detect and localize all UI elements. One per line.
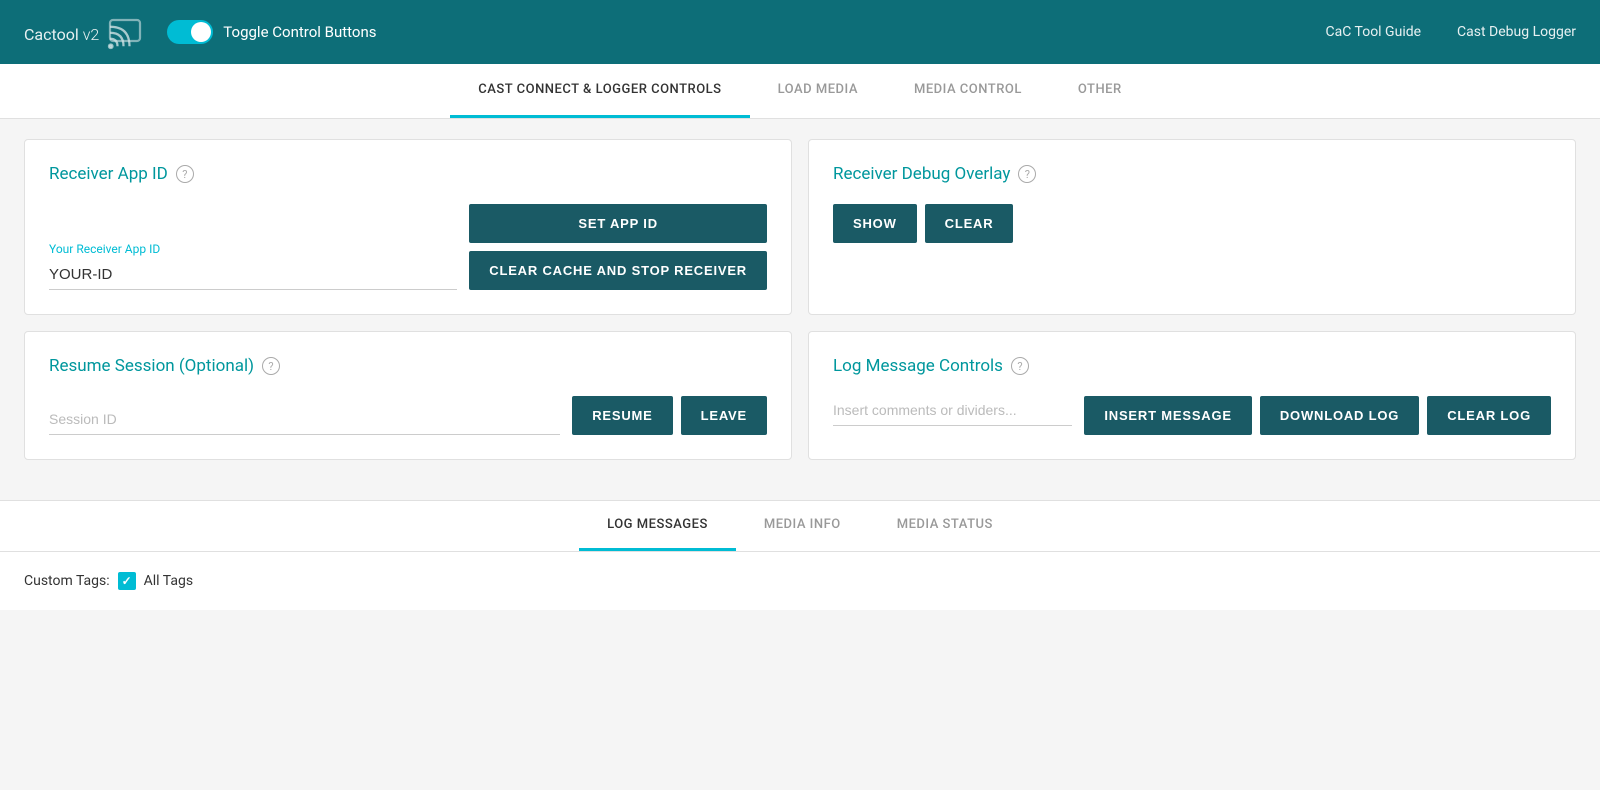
resume-session-buttons: RESUME LEAVE	[572, 396, 767, 435]
receiver-app-id-input-section: Your Receiver App ID	[49, 242, 457, 290]
receiver-app-id-input[interactable]	[49, 260, 457, 290]
clear-log-button[interactable]: CLEAR LOG	[1427, 396, 1551, 435]
receiver-app-id-input-label: Your Receiver App ID	[49, 242, 457, 256]
tab-media-control[interactable]: MEDIA CONTROL	[886, 64, 1050, 118]
receiver-app-id-body: Your Receiver App ID SET APP ID CLEAR CA…	[49, 204, 767, 290]
receiver-app-id-card: Receiver App ID ? Your Receiver App ID S…	[24, 139, 792, 315]
app-header: Cactoolv2 Toggle Control Buttons CaC Too…	[0, 0, 1600, 64]
set-app-id-button[interactable]: SET APP ID	[469, 204, 767, 243]
receiver-app-id-title: Receiver App ID ?	[49, 164, 767, 184]
receiver-debug-card: Receiver Debug Overlay ? SHOW CLEAR	[808, 139, 1576, 315]
cast-icon	[107, 14, 143, 50]
log-message-controls-card: Log Message Controls ? INSERT MESSAGE DO…	[808, 331, 1576, 460]
toggle-section: Toggle Control Buttons	[167, 20, 1325, 44]
log-message-controls-body: INSERT MESSAGE DOWNLOAD LOG CLEAR LOG	[833, 396, 1551, 435]
resume-session-help-icon[interactable]: ?	[262, 357, 280, 375]
receiver-debug-buttons: SHOW CLEAR	[833, 204, 1551, 243]
custom-tags-row: Custom Tags: All Tags	[24, 572, 1576, 590]
log-message-controls-title: Log Message Controls ?	[833, 356, 1551, 376]
log-message-input[interactable]	[833, 396, 1072, 426]
resume-session-body: RESUME LEAVE	[49, 396, 767, 435]
log-message-input-section	[833, 396, 1072, 426]
debug-clear-button[interactable]: CLEAR	[925, 204, 1014, 243]
log-section: Custom Tags: All Tags	[0, 552, 1600, 610]
session-id-input[interactable]	[49, 405, 560, 435]
bottom-tabs: LOG MESSAGES MEDIA INFO MEDIA STATUS	[0, 501, 1600, 552]
clear-cache-button[interactable]: CLEAR CACHE AND STOP RECEIVER	[469, 251, 767, 290]
tab-load-media[interactable]: LOAD MEDIA	[750, 64, 886, 118]
toggle-label: Toggle Control Buttons	[223, 23, 376, 41]
log-message-help-icon[interactable]: ?	[1011, 357, 1029, 375]
main-content: Receiver App ID ? Your Receiver App ID S…	[0, 119, 1600, 496]
all-tags-label: All Tags	[144, 573, 193, 589]
custom-tags-label: Custom Tags:	[24, 573, 110, 589]
leave-button[interactable]: LEAVE	[681, 396, 767, 435]
nav-link-guide[interactable]: CaC Tool Guide	[1326, 24, 1422, 40]
resume-session-card: Resume Session (Optional) ? RESUME LEAVE	[24, 331, 792, 460]
all-tags-checkbox[interactable]	[118, 572, 136, 590]
receiver-app-id-buttons: SET APP ID CLEAR CACHE AND STOP RECEIVER	[469, 204, 767, 290]
top-tabs: CAST CONNECT & LOGGER CONTROLS LOAD MEDI…	[0, 64, 1600, 119]
receiver-debug-title: Receiver Debug Overlay ?	[833, 164, 1551, 184]
download-log-button[interactable]: DOWNLOAD LOG	[1260, 396, 1419, 435]
receiver-app-id-help-icon[interactable]: ?	[176, 165, 194, 183]
bottom-tab-media-status[interactable]: MEDIA STATUS	[869, 501, 1021, 551]
debug-show-button[interactable]: SHOW	[833, 204, 917, 243]
header-nav: CaC Tool Guide Cast Debug Logger	[1326, 24, 1577, 40]
card-grid: Receiver App ID ? Your Receiver App ID S…	[24, 139, 1576, 460]
session-id-input-section	[49, 405, 560, 435]
receiver-debug-help-icon[interactable]: ?	[1018, 165, 1036, 183]
bottom-tab-media-info[interactable]: MEDIA INFO	[736, 501, 869, 551]
insert-message-button[interactable]: INSERT MESSAGE	[1084, 396, 1252, 435]
toggle-control-buttons[interactable]	[167, 20, 213, 44]
resume-button[interactable]: RESUME	[572, 396, 672, 435]
app-logo: Cactoolv2	[24, 17, 99, 47]
tab-cast-connect[interactable]: CAST CONNECT & LOGGER CONTROLS	[450, 64, 749, 118]
bottom-tab-log-messages[interactable]: LOG MESSAGES	[579, 501, 736, 551]
bottom-panel: LOG MESSAGES MEDIA INFO MEDIA STATUS Cus…	[0, 500, 1600, 610]
resume-session-title: Resume Session (Optional) ?	[49, 356, 767, 376]
log-controls-buttons: INSERT MESSAGE DOWNLOAD LOG CLEAR LOG	[1084, 396, 1551, 435]
nav-link-logger[interactable]: Cast Debug Logger	[1457, 24, 1576, 40]
tab-other[interactable]: OTHER	[1050, 64, 1150, 118]
